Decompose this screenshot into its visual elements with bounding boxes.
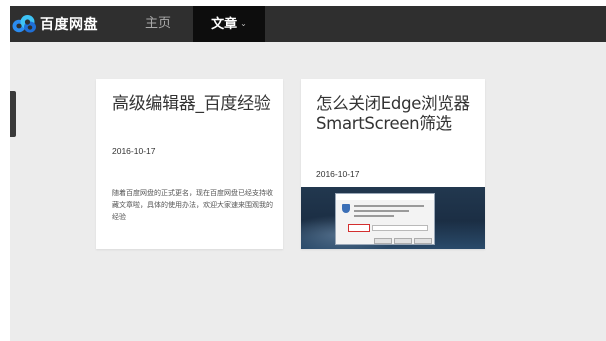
nav-item-articles[interactable]: 文章 ⌄: [193, 6, 265, 42]
article-date: 2016-10-17: [316, 169, 360, 179]
dialog-text-line: [354, 210, 409, 212]
article-title[interactable]: 怎么关闭Edge浏览器SmartScreen筛选: [316, 94, 484, 134]
article-title[interactable]: 高级编辑器_百度经验: [112, 94, 272, 114]
nav-item-articles-label: 文章: [211, 17, 238, 32]
shield-icon: [342, 204, 350, 213]
dialog-field: [372, 225, 428, 231]
baidu-netdisk-cloud-icon: [12, 15, 36, 33]
dialog-ok-button: [374, 238, 392, 244]
highlighted-input: [348, 224, 370, 232]
dialog-text-line: [354, 205, 424, 207]
brand-name: 百度网盘: [40, 17, 98, 33]
article-card[interactable]: 怎么关闭Edge浏览器SmartScreen筛选 2016-10-17: [301, 79, 485, 249]
dialog-browse-button: [414, 238, 432, 244]
article-excerpt: 随着百度网盘的正式更名，现在百度网盘已经支持收藏文章啦，具体的使用办法，欢迎大家…: [112, 189, 273, 221]
brand[interactable]: 百度网盘: [12, 13, 98, 35]
dialog-text-line: [354, 215, 394, 217]
top-navbar: 百度网盘 主页 文章 ⌄: [10, 6, 606, 42]
app-window: 百度网盘 主页 文章 ⌄ 高级编辑器_百度经验 2016-10-17 随着百度网盘…: [10, 6, 606, 341]
dialog-cancel-button: [394, 238, 412, 244]
article-thumbnail[interactable]: [301, 187, 485, 249]
smartscreen-dialog-image: [335, 193, 435, 245]
dialog-titlebar: [336, 194, 434, 200]
article-card[interactable]: 高级编辑器_百度经验 2016-10-17 随着百度网盘的正式更名，现在百度网盘…: [96, 79, 283, 249]
chevron-down-icon: ⌄: [240, 19, 247, 28]
nav-item-home[interactable]: 主页: [145, 6, 171, 42]
side-drawer-handle[interactable]: [10, 91, 16, 137]
article-date: 2016-10-17: [112, 146, 156, 156]
